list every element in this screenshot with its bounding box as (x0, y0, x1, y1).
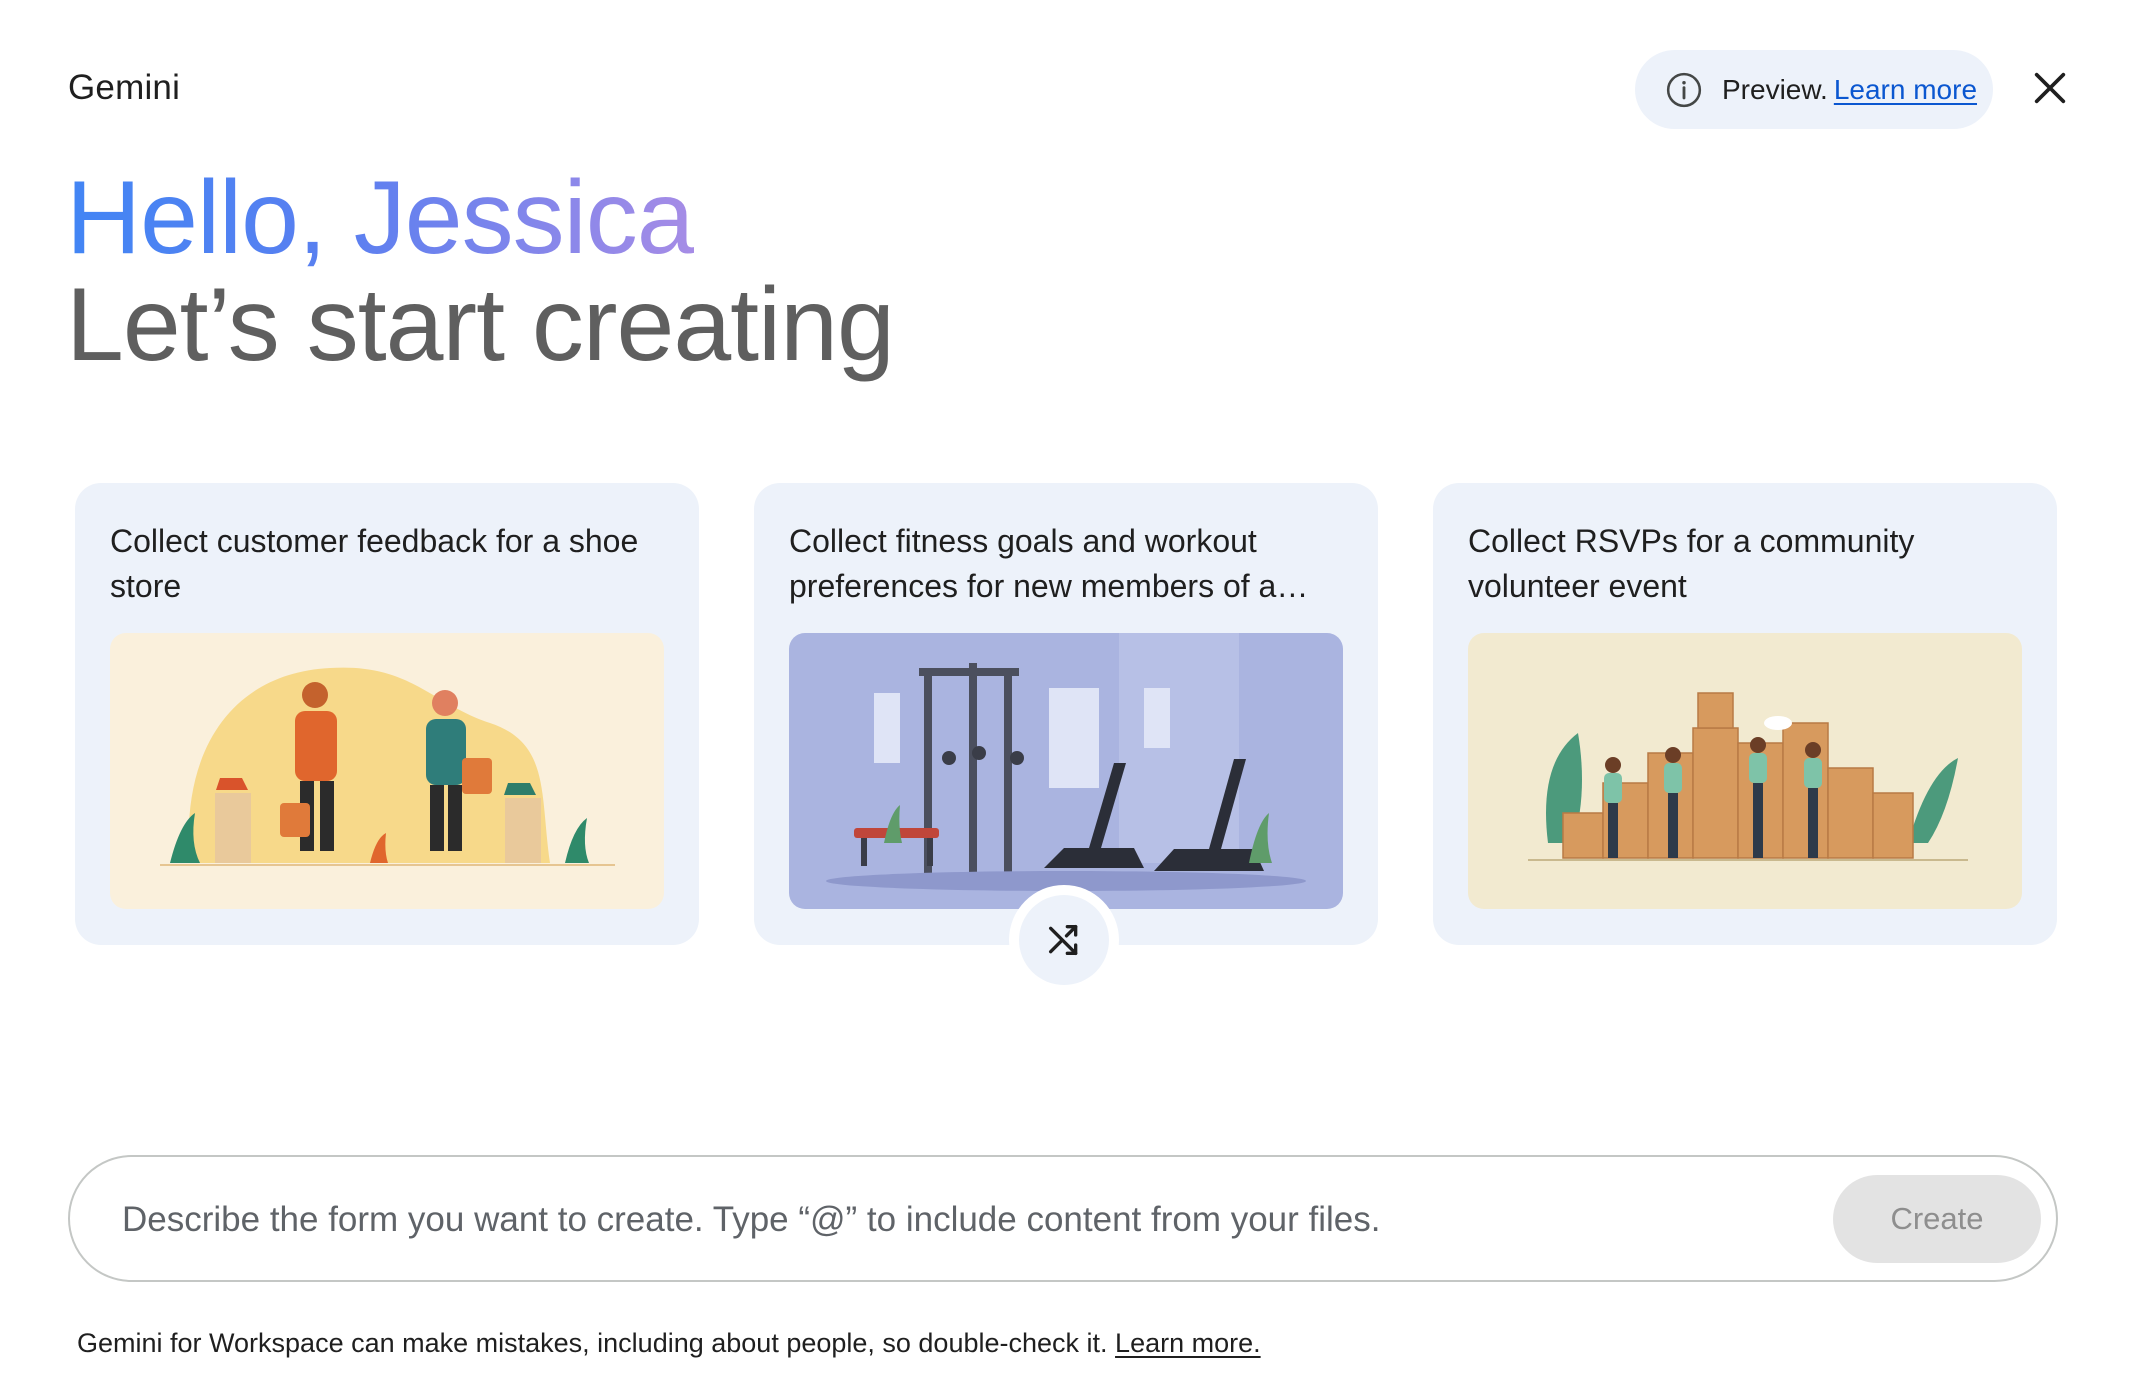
suggestion-card-fitness[interactable]: Collect fitness goals and workout prefer… (754, 483, 1378, 945)
disclaimer: Gemini for Workspace can make mistakes, … (77, 1328, 1261, 1359)
preview-label: Preview. (1722, 73, 1828, 105)
prompt-bar: Create (68, 1155, 2058, 1282)
form-description-input[interactable] (122, 1187, 1822, 1253)
disclaimer-text: Gemini for Workspace can make mistakes, … (77, 1328, 1108, 1358)
card-title: Collect RSVPs for a community volunteer … (1468, 523, 1915, 604)
shuffle-icon (1049, 925, 1078, 955)
card-title: Collect customer feedback for a shoe sto… (110, 523, 639, 604)
shuffle-button[interactable] (1009, 885, 1119, 995)
learn-more-link[interactable]: Learn more (1834, 74, 1977, 106)
suggestion-card-shoe-store[interactable]: Collect customer feedback for a shoe sto… (75, 483, 699, 945)
disclaimer-learn-more-link[interactable]: Learn more. (1115, 1328, 1261, 1358)
subheading: Let’s start creating (66, 267, 895, 383)
gemini-create-form-dialog: Gemini Preview. Learn more Hello, Jessic… (0, 0, 2132, 1382)
volunteers-illustration (1468, 633, 2022, 909)
app-title: Gemini (68, 68, 181, 107)
create-button[interactable]: Create (1833, 1175, 2041, 1263)
card-title: Collect fitness goals and workout prefer… (789, 523, 1309, 604)
info-icon (1665, 71, 1703, 109)
close-icon (2034, 72, 2066, 104)
gym-equipment-illustration (789, 633, 1343, 909)
shoe-store-illustration (110, 633, 664, 909)
preview-badge: Preview. Learn more (1635, 50, 1993, 129)
greeting-heading: Hello, Jessica (66, 160, 695, 276)
suggestion-card-volunteer-rsvp[interactable]: Collect RSVPs for a community volunteer … (1433, 483, 2057, 945)
close-button[interactable] (2024, 62, 2076, 114)
shuffle-button-inner (1019, 895, 1109, 985)
